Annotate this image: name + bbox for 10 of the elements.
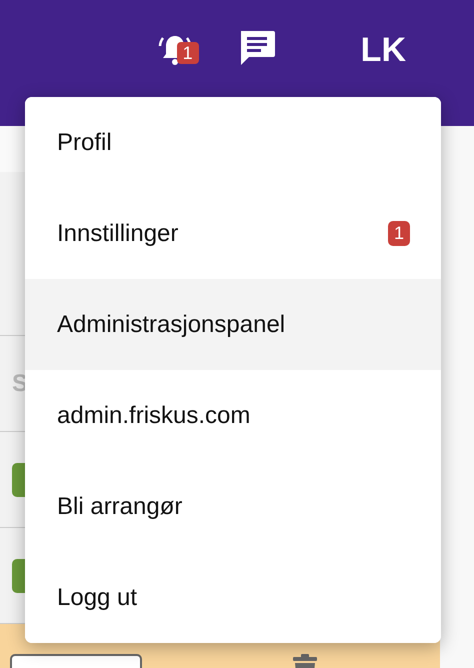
menu-item[interactable]: admin.friskus.com — [25, 370, 441, 461]
menu-item[interactable]: Bli arrangør — [25, 461, 441, 552]
menu-item[interactable]: Logg ut — [25, 552, 441, 643]
notification-button[interactable]: 1 — [152, 28, 197, 72]
menu-item[interactable]: Innstillinger 1 — [25, 188, 441, 279]
menu-item[interactable]: Profil — [25, 97, 441, 188]
menu-item[interactable]: Administrasjonspanel — [25, 279, 441, 370]
notification-badge: 1 — [176, 42, 199, 64]
menu-item-badge: 1 — [388, 221, 410, 246]
user-avatar[interactable]: LK — [360, 28, 406, 72]
